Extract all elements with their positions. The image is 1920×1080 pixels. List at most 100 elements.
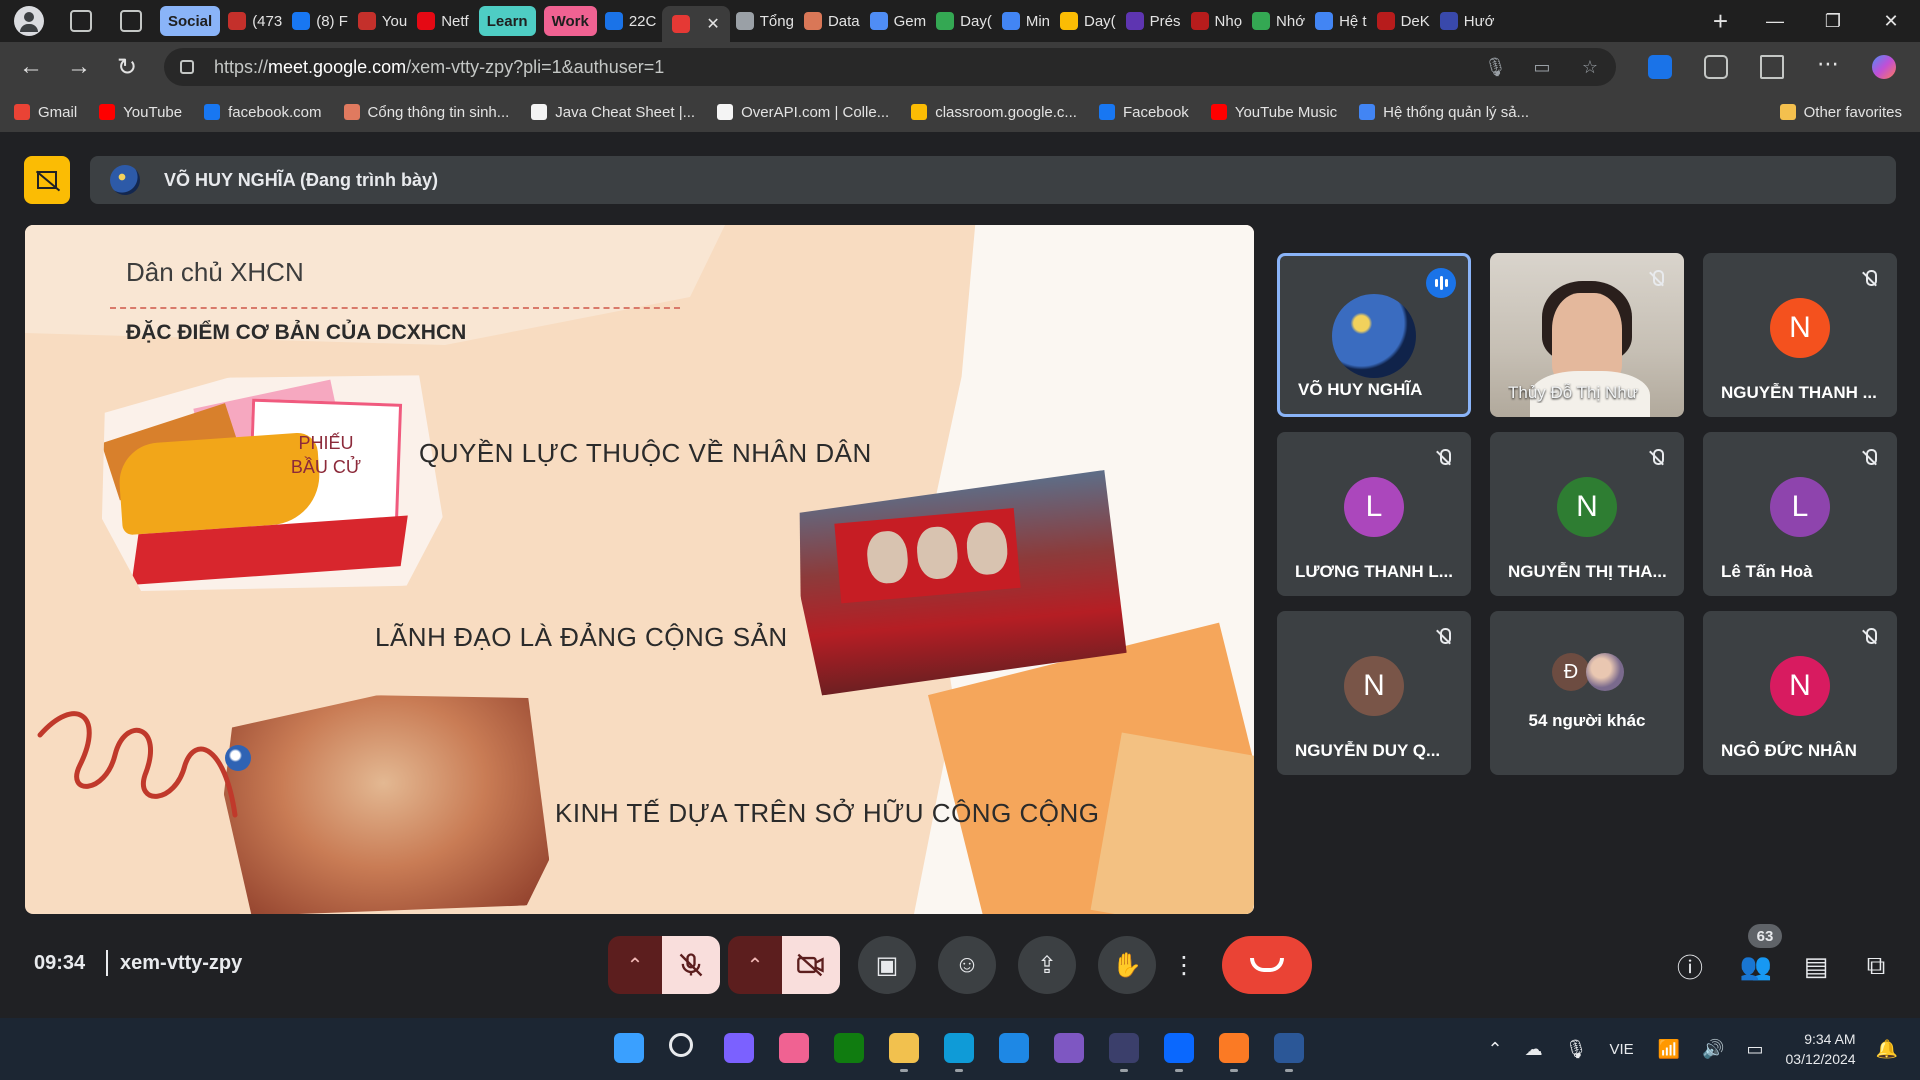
- forward-button[interactable]: →: [62, 50, 96, 84]
- system-clock[interactable]: 9:34 AM 03/12/2024: [1786, 1029, 1856, 1069]
- audio-options-button[interactable]: ⌃: [608, 936, 662, 994]
- bookmark-item[interactable]: Hệ thống quản lý sả...: [1359, 104, 1529, 121]
- toggle-microphone-button[interactable]: [662, 936, 720, 994]
- bookmark-item[interactable]: Gmail: [14, 104, 77, 121]
- new-tab-button[interactable]: +: [1713, 6, 1728, 37]
- reactions-button[interactable]: ☺: [938, 936, 996, 994]
- other-favorites[interactable]: Other favorites: [1779, 104, 1902, 121]
- xampp-icon[interactable]: [1219, 1033, 1249, 1072]
- copilot-icon[interactable]: [779, 1033, 809, 1063]
- browser-tab[interactable]: ✕: [662, 6, 730, 42]
- search-icon[interactable]: [669, 1033, 693, 1057]
- bookmark-item[interactable]: Cổng thông tin sinh...: [343, 104, 509, 121]
- edge-icon[interactable]: [944, 1033, 974, 1072]
- participant-tile[interactable]: N NGÔ ĐỨC NHÂN: [1703, 611, 1897, 775]
- browser-tab[interactable]: Data: [800, 6, 864, 36]
- toggle-camera-button[interactable]: [782, 936, 840, 994]
- favorite-star-icon[interactable]: ☆: [1580, 57, 1600, 77]
- bookmark-item[interactable]: Java Cheat Sheet |...: [531, 104, 695, 121]
- participant-tile[interactable]: N NGUYỄN DUY Q...: [1277, 611, 1471, 775]
- bookmark-item[interactable]: classroom.google.c...: [911, 104, 1077, 121]
- tab-group-chip[interactable]: Learn: [478, 6, 536, 36]
- site-info-icon[interactable]: [180, 60, 194, 74]
- participant-tile[interactable]: Đ 54 người khác: [1490, 611, 1684, 775]
- cast-icon[interactable]: ▭: [1532, 57, 1552, 77]
- chevron-up-icon[interactable]: ⌃: [1488, 1039, 1503, 1060]
- participant-tile[interactable]: L Lê Tấn Hoà: [1703, 432, 1897, 596]
- profile-avatar-icon[interactable]: [14, 6, 44, 36]
- zalo-icon[interactable]: [1164, 1033, 1194, 1072]
- browser-tab[interactable]: 22C: [601, 6, 661, 36]
- participant-tile[interactable]: N NGUYỄN THANH ...: [1703, 253, 1897, 417]
- wifi-icon[interactable]: 📶: [1658, 1039, 1680, 1060]
- meet-app-icon[interactable]: [724, 1033, 754, 1063]
- input-language[interactable]: VIE: [1609, 1041, 1633, 1058]
- browser-tab[interactable]: Hướ: [1436, 6, 1499, 36]
- file-explorer-icon[interactable]: [889, 1033, 919, 1072]
- terminal-app-icon[interactable]: [1274, 1033, 1304, 1072]
- bookmark-item[interactable]: facebook.com: [204, 104, 322, 121]
- tab-group-chip[interactable]: Work: [543, 6, 597, 36]
- copilot-sidebar-icon[interactable]: [1872, 55, 1896, 79]
- close-window-button[interactable]: ✕: [1862, 11, 1920, 32]
- browser-tab[interactable]: Hệ t: [1311, 6, 1371, 36]
- microphone-access-icon[interactable]: 🎙: [1484, 57, 1507, 77]
- bookmark-item[interactable]: YouTube Music: [1210, 104, 1337, 121]
- reload-button[interactable]: ↻: [110, 50, 144, 84]
- address-bar[interactable]: https://meet.google.com/xem-vtty-zpy?pli…: [164, 48, 1616, 86]
- chat-button[interactable]: ▤: [1796, 946, 1836, 986]
- browser-tab[interactable]: Tổng: [732, 6, 798, 36]
- browser-tab[interactable]: Gem: [866, 6, 931, 36]
- video-options-button[interactable]: ⌃: [728, 936, 782, 994]
- people-button[interactable]: 👥: [1736, 946, 1776, 986]
- minimize-button[interactable]: —: [1746, 11, 1804, 32]
- browser-tab[interactable]: (473: [224, 6, 286, 36]
- more-options-button[interactable]: ⋮: [1164, 936, 1204, 994]
- close-tab-icon[interactable]: ✕: [706, 14, 719, 34]
- participant-tile[interactable]: L LƯƠNG THANH L...: [1277, 432, 1471, 596]
- bookmark-item[interactable]: Facebook: [1098, 104, 1189, 121]
- stop-presenting-button[interactable]: [24, 156, 70, 204]
- browser-tab[interactable]: You: [354, 6, 411, 36]
- extensions-icon[interactable]: [1704, 55, 1728, 79]
- tab-actions-icon[interactable]: [120, 10, 142, 32]
- browser-tab[interactable]: Day(: [932, 6, 996, 36]
- meeting-details-button[interactable]: ⓘ: [1670, 946, 1710, 986]
- browser-tab[interactable]: (8) F: [288, 6, 352, 36]
- eclipse-icon[interactable]: [1109, 1033, 1139, 1072]
- volume-icon[interactable]: 🔊: [1702, 1039, 1724, 1060]
- browser-tab[interactable]: Netf: [413, 6, 473, 36]
- bookmark-item[interactable]: YouTube: [99, 104, 182, 121]
- browser-tab[interactable]: Day(: [1056, 6, 1120, 36]
- more-menu-icon[interactable]: ⋯: [1816, 53, 1840, 79]
- maximize-button[interactable]: ❐: [1804, 11, 1862, 32]
- participant-tile[interactable]: Thủy Đỗ Thị Như: [1490, 253, 1684, 417]
- leave-call-button[interactable]: [1222, 936, 1312, 994]
- windows-start-icon[interactable]: [614, 1033, 644, 1063]
- browser-tab[interactable]: Prés: [1122, 6, 1185, 36]
- browser-tab[interactable]: Nhọ: [1187, 6, 1247, 36]
- workspaces-icon[interactable]: [70, 10, 92, 32]
- battery-icon[interactable]: ▭: [1746, 1039, 1763, 1060]
- back-button[interactable]: ←: [14, 50, 48, 84]
- translate-extension-icon[interactable]: [1648, 55, 1672, 79]
- browser-tab[interactable]: Nhớ: [1248, 6, 1309, 36]
- activities-button[interactable]: ⧉: [1856, 946, 1896, 986]
- onedrive-icon[interactable]: ☁: [1525, 1039, 1543, 1060]
- visual-studio-icon[interactable]: [1054, 1033, 1084, 1063]
- bookmark-item[interactable]: OverAPI.com | Colle...: [717, 104, 889, 121]
- address-url[interactable]: https://meet.google.com/xem-vtty-zpy?pli…: [214, 57, 1456, 78]
- browser-tab[interactable]: DeK: [1373, 6, 1434, 36]
- tab-group-chip[interactable]: Social: [160, 6, 221, 36]
- microphone-icon[interactable]: 🎙: [1565, 1039, 1588, 1060]
- present-screen-button[interactable]: ⇪: [1018, 936, 1076, 994]
- participant-tile[interactable]: VÕ HUY NGHĨA: [1277, 253, 1471, 417]
- notifications-bell-icon[interactable]: 🔔: [1876, 1039, 1898, 1060]
- browser-tab[interactable]: Min: [998, 6, 1054, 36]
- xbox-icon[interactable]: [834, 1033, 864, 1063]
- participant-tile[interactable]: N NGUYỄN THỊ THA...: [1490, 432, 1684, 596]
- vscode-icon[interactable]: [999, 1033, 1029, 1063]
- favorites-icon[interactable]: [1760, 55, 1784, 79]
- captions-button[interactable]: ▣: [858, 936, 916, 994]
- raise-hand-button[interactable]: ✋: [1098, 936, 1156, 994]
